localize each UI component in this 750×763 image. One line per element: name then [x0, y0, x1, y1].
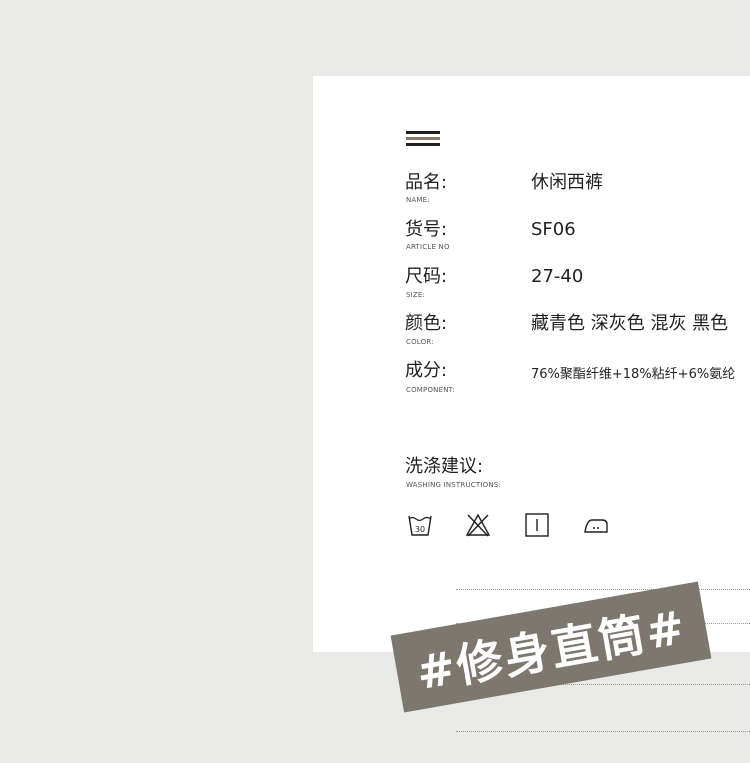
- color-label: 颜色:: [405, 313, 448, 334]
- dotted-divider: [456, 589, 750, 590]
- stripes-logo-icon: [406, 131, 440, 151]
- size-sublabel: SIZE:: [406, 291, 426, 299]
- article-sublabel: ARTICLE NO: [406, 243, 450, 251]
- component-sublabel: COMPONENT:: [406, 386, 455, 394]
- size-value: 27-40: [531, 266, 584, 287]
- size-label: 尺码:: [405, 266, 448, 287]
- color-value: 藏青色 深灰色 混灰 黑色: [531, 313, 729, 334]
- name-label: 品名:: [405, 172, 448, 193]
- wash-30-icon: 30: [408, 515, 432, 536]
- iron-icon: [584, 519, 608, 533]
- name-value: 休闲西裤: [531, 172, 603, 193]
- color-sublabel: COLOR:: [406, 338, 434, 346]
- article-value: SF06: [531, 219, 576, 240]
- no-bleach-icon: [465, 513, 491, 537]
- dotted-divider: [456, 731, 750, 732]
- washing-sublabel: WASHING INSTRUCTIONS:: [406, 481, 501, 489]
- component-value: 76%聚酯纤维+18%粘纤+6%氨纶: [531, 367, 736, 382]
- wash-temperature: 30: [415, 525, 425, 534]
- component-label: 成分:: [405, 360, 448, 381]
- tumble-dry-icon: [525, 513, 549, 537]
- washing-title: 洗涤建议:: [405, 456, 484, 477]
- name-sublabel: NAME:: [406, 196, 430, 204]
- article-label: 货号:: [405, 219, 448, 240]
